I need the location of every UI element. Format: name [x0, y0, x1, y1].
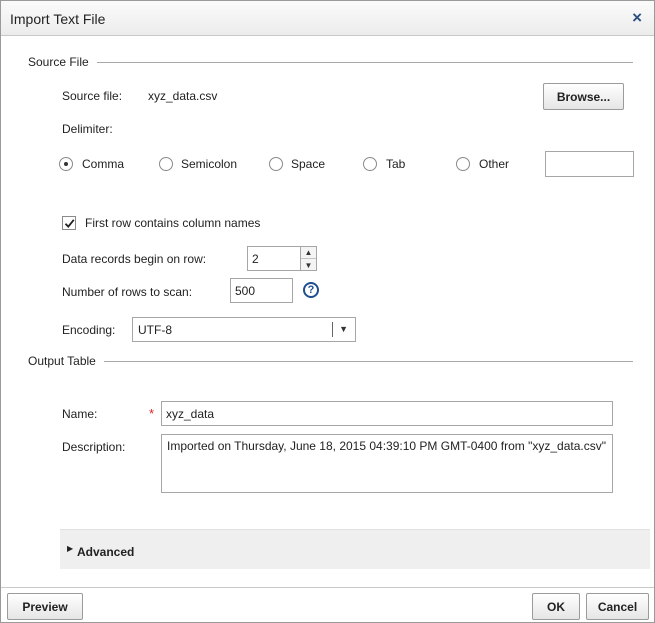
- radio-space-label[interactable]: Space: [291, 157, 325, 171]
- section-divider: [96, 61, 633, 63]
- encoding-select[interactable]: UTF-8 ▼: [132, 317, 356, 342]
- radio-semicolon-label[interactable]: Semicolon: [181, 157, 237, 171]
- scan-rows-input[interactable]: [230, 278, 293, 303]
- name-label: Name:: [62, 407, 98, 421]
- description-label: Description:: [62, 440, 126, 454]
- name-input[interactable]: [161, 401, 613, 426]
- other-delimiter-input[interactable]: [545, 151, 634, 177]
- source-file-label: Source file:: [62, 89, 123, 103]
- stepper-up-icon[interactable]: ▲: [301, 247, 316, 259]
- first-row-checkbox[interactable]: [62, 216, 76, 230]
- checkmark-icon: [64, 219, 75, 228]
- description-input[interactable]: Imported on Thursday, June 18, 2015 04:3…: [161, 434, 613, 493]
- source-file-legend-label: Source File: [28, 55, 89, 69]
- source-file-legend: Source File: [28, 55, 633, 69]
- close-icon[interactable]: ×: [632, 8, 642, 28]
- cancel-button[interactable]: Cancel: [586, 593, 649, 620]
- output-table-legend-label: Output Table: [28, 354, 96, 368]
- help-icon[interactable]: ?: [303, 282, 319, 298]
- section-divider: [103, 360, 633, 362]
- source-file-value: xyz_data.csv: [148, 89, 218, 103]
- radio-comma[interactable]: [59, 157, 73, 171]
- ok-button[interactable]: OK: [532, 593, 580, 620]
- begin-row-input[interactable]: [247, 246, 301, 271]
- preview-button[interactable]: Preview: [7, 593, 83, 620]
- dialog-title: Import Text File: [10, 11, 106, 27]
- footer-divider: [1, 587, 654, 588]
- advanced-label: Advanced: [77, 545, 135, 559]
- encoding-label: Encoding:: [62, 323, 116, 337]
- radio-space[interactable]: [269, 157, 283, 171]
- scan-rows-label: Number of rows to scan:: [62, 285, 193, 299]
- delimiter-label: Delimiter:: [62, 122, 113, 136]
- radio-tab-label[interactable]: Tab: [386, 157, 405, 171]
- select-divider: [332, 322, 333, 337]
- chevron-down-icon: ▼: [339, 324, 348, 334]
- advanced-section-header[interactable]: ▶ Advanced: [60, 529, 650, 569]
- first-row-label: First row contains column names: [85, 216, 261, 230]
- stepper-down-icon[interactable]: ▼: [301, 259, 316, 271]
- radio-comma-label[interactable]: Comma: [82, 157, 124, 171]
- begin-row-stepper: ▲ ▼: [301, 246, 317, 271]
- import-text-file-dialog: Import Text File × Source File Source fi…: [0, 0, 655, 623]
- radio-other[interactable]: [456, 157, 470, 171]
- radio-semicolon[interactable]: [159, 157, 173, 171]
- dialog-titlebar: Import Text File ×: [1, 1, 654, 36]
- encoding-value: UTF-8: [138, 323, 172, 337]
- begin-row-label: Data records begin on row:: [62, 252, 207, 266]
- triangle-right-icon: ▶: [67, 544, 74, 553]
- browse-button[interactable]: Browse...: [543, 83, 624, 110]
- output-table-legend: Output Table: [28, 354, 633, 368]
- radio-tab[interactable]: [363, 157, 377, 171]
- radio-other-label[interactable]: Other: [479, 157, 509, 171]
- required-marker: *: [149, 406, 155, 421]
